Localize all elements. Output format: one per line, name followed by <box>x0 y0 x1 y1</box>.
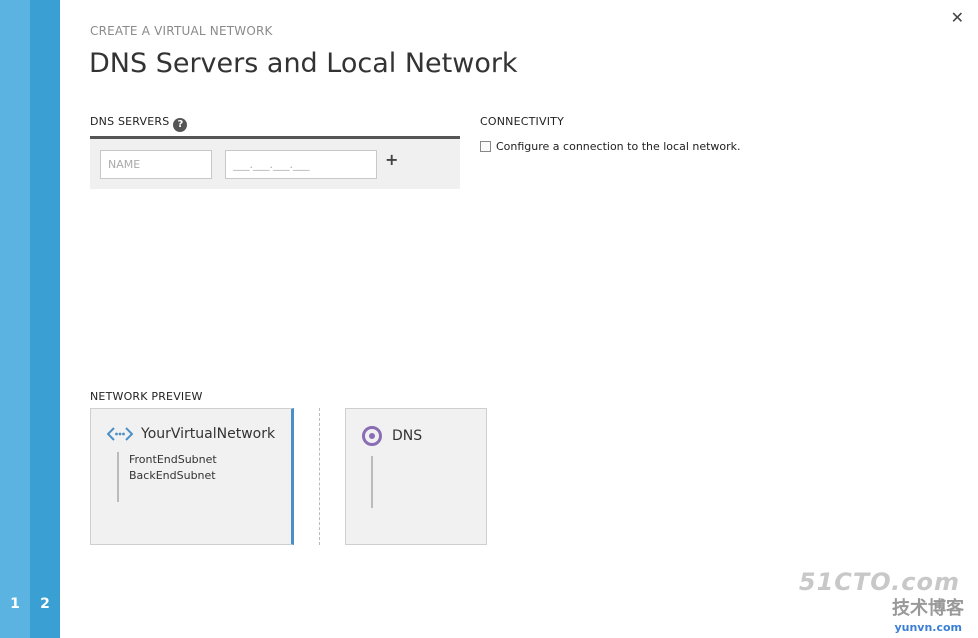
wizard-step-rail-1 <box>0 0 30 638</box>
watermark-site: yunvn.com <box>894 621 962 634</box>
wizard-step-1[interactable]: 1 <box>0 596 30 612</box>
dns-name-input[interactable] <box>100 150 212 179</box>
dns-header: DNS <box>362 426 422 446</box>
virtual-network-icon <box>107 427 133 441</box>
page-title: DNS Servers and Local Network <box>89 48 518 79</box>
local-network-checkbox[interactable] <box>480 141 491 152</box>
local-network-connection-option[interactable]: Configure a connection to the local netw… <box>480 140 741 153</box>
virtual-network-header: YourVirtualNetwork <box>107 426 275 442</box>
dns-server-entry-row: + <box>90 136 460 189</box>
network-preview-heading: NETWORK PREVIEW <box>90 390 203 403</box>
watermark-text-cn: 技术博客 <box>892 598 964 619</box>
close-icon[interactable]: ✕ <box>951 8 964 27</box>
watermark-text: 51CTO.com <box>798 568 960 596</box>
dns-servers-heading: DNS SERVERS? <box>90 115 188 132</box>
help-icon[interactable]: ? <box>173 118 188 132</box>
subnet-item: BackEndSubnet <box>129 469 216 482</box>
dns-card-label: DNS <box>392 428 423 444</box>
breadcrumb: CREATE A VIRTUAL NETWORK <box>90 24 273 38</box>
local-network-checkbox-label[interactable]: Configure a connection to the local netw… <box>496 140 741 153</box>
dns-ip-address-input[interactable] <box>225 150 377 179</box>
connectivity-heading: CONNECTIVITY <box>480 115 564 128</box>
dns-servers-label: DNS SERVERS <box>90 115 170 128</box>
wizard-step-2[interactable]: 2 <box>30 596 60 612</box>
plus-icon[interactable]: + <box>385 150 398 169</box>
preview-divider <box>319 408 320 545</box>
virtual-network-name: YourVirtualNetwork <box>141 426 276 442</box>
subnet-list: FrontEndSubnet BackEndSubnet <box>117 452 217 502</box>
virtual-network-card: YourVirtualNetwork FrontEndSubnet BackEn… <box>90 408 294 545</box>
dns-card: DNS <box>345 408 487 545</box>
subnet-item: FrontEndSubnet <box>129 453 217 466</box>
wizard-step-rail-2 <box>30 0 60 638</box>
dns-connector-line <box>371 456 373 508</box>
dns-ring-icon <box>362 426 382 446</box>
